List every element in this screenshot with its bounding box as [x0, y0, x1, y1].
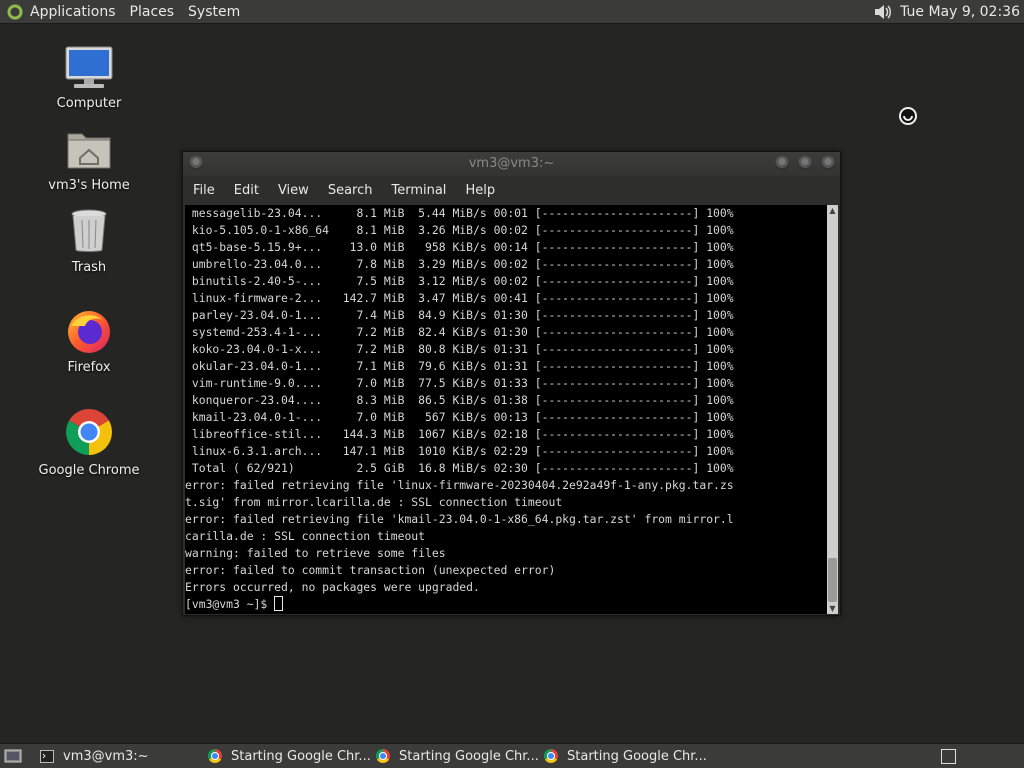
menu-file[interactable]: File — [193, 183, 215, 198]
applications-menu[interactable]: Applications — [30, 4, 116, 20]
show-desktop-icon[interactable] — [4, 748, 22, 764]
desktop-icon-computer[interactable]: Computer — [29, 46, 149, 111]
busy-cursor-icon — [899, 107, 917, 125]
taskbar-item-label: Starting Google Chr... — [231, 748, 371, 764]
taskbar-item-chrome-3[interactable]: Starting Google Chr... — [544, 744, 707, 768]
desktop-icon-label: Computer — [56, 96, 122, 111]
menu-help[interactable]: Help — [465, 183, 495, 198]
terminal-line: linux-firmware-2... 142.7 MiB 3.47 MiB/s… — [185, 291, 734, 305]
volume-icon[interactable] — [872, 2, 892, 22]
terminal-line: systemd-253.4-1-... 7.2 MiB 82.4 KiB/s 0… — [185, 325, 734, 339]
terminal-icon — [40, 749, 54, 763]
terminal-line: okular-23.04.0-1... 7.1 MiB 79.6 KiB/s 0… — [185, 359, 734, 373]
top-panel: Applications Places System Tue May 9, 02… — [0, 0, 1024, 24]
desktop-icon-label: Google Chrome — [38, 463, 140, 478]
terminal-line: messagelib-23.04... 8.1 MiB 5.44 MiB/s 0… — [185, 206, 734, 220]
terminal-line: kmail-23.04.0-1-... 7.0 MiB 567 KiB/s 00… — [185, 410, 734, 424]
firefox-icon — [68, 311, 110, 353]
terminal-line: qt5-base-5.15.9+... 13.0 MiB 958 KiB/s 0… — [185, 240, 734, 254]
places-menu[interactable]: Places — [130, 4, 175, 20]
text-cursor — [274, 596, 284, 611]
desktop-icon-label: vm3's Home — [48, 178, 130, 193]
menu-terminal[interactable]: Terminal — [391, 183, 446, 198]
desktop-icon-firefox[interactable]: Firefox — [29, 308, 149, 375]
terminal-line: parley-23.04.0-1... 7.4 MiB 84.9 KiB/s 0… — [185, 308, 734, 322]
chrome-icon — [544, 749, 558, 763]
window-title: vm3@vm3:~ — [468, 156, 555, 171]
terminal-line: vim-runtime-9.0.... 7.0 MiB 77.5 KiB/s 0… — [185, 376, 734, 390]
workspace-switcher[interactable] — [941, 749, 956, 764]
trash-icon — [71, 209, 107, 252]
chrome-icon — [66, 409, 112, 455]
terminal-line: error: failed retrieving file 'linux-fir… — [185, 478, 734, 492]
terminal-output[interactable]: messagelib-23.04... 8.1 MiB 5.44 MiB/s 0… — [185, 205, 827, 614]
terminal-line: error: failed retrieving file 'kmail-23.… — [185, 512, 734, 526]
terminal-prompt-line[interactable]: [vm3@vm3 ~]$ — [185, 596, 284, 613]
terminal-line: Errors occurred, no packages were upgrad… — [185, 580, 480, 594]
distro-logo-icon[interactable] — [6, 2, 24, 21]
terminal-window[interactable]: vm3@vm3:~ File Edit View Search Terminal… — [182, 151, 841, 616]
terminal-line: binutils-2.40-5-... 7.5 MiB 3.12 MiB/s 0… — [185, 274, 734, 288]
terminal-line: error: failed to commit transaction (une… — [185, 563, 556, 577]
scroll-down-arrow-icon[interactable]: ▼ — [827, 603, 838, 614]
taskbar-item-label: Starting Google Chr... — [567, 748, 707, 764]
clock[interactable]: Tue May 9, 02:36 — [900, 4, 1020, 20]
home-folder-icon — [67, 133, 111, 169]
desktop-icon-chrome[interactable]: Google Chrome — [29, 407, 149, 478]
taskbar-item-chrome-1[interactable]: Starting Google Chr... — [208, 744, 371, 768]
terminal-scrollbar[interactable]: ▲ ▼ — [827, 205, 838, 614]
scroll-up-arrow-icon[interactable]: ▲ — [827, 205, 838, 216]
minimize-button[interactable] — [775, 156, 789, 170]
terminal-line: Total ( 62/921) 2.5 GiB 16.8 MiB/s 02:30… — [185, 461, 734, 475]
terminal-line: t.sig' from mirror.lcarilla.de : SSL con… — [185, 495, 563, 509]
taskbar-item-chrome-2[interactable]: Starting Google Chr... — [376, 744, 539, 768]
desktop-icon-label: Firefox — [67, 360, 111, 375]
system-menu[interactable]: System — [188, 4, 240, 20]
terminal-line: libreoffice-stil... 144.3 MiB 1067 KiB/s… — [185, 427, 734, 441]
menu-view[interactable]: View — [278, 183, 309, 198]
taskbar-item-label: Starting Google Chr... — [399, 748, 539, 764]
desktop-icon-home[interactable]: vm3's Home — [29, 128, 149, 193]
desktop-icon-label: Trash — [71, 260, 107, 275]
terminal-line: konqueror-23.04.... 8.3 MiB 86.5 KiB/s 0… — [185, 393, 734, 407]
terminal-line: warning: failed to retrieve some files — [185, 546, 446, 560]
desktop-icon-trash[interactable]: Trash — [29, 208, 149, 275]
bottom-panel: vm3@vm3:~ Starting Google Chr... Startin… — [0, 743, 1024, 768]
maximize-button[interactable] — [798, 156, 812, 170]
terminal-line: kio-5.105.0-1-x86_64 8.1 MiB 3.26 MiB/s … — [185, 223, 734, 237]
computer-icon — [65, 46, 113, 88]
close-button[interactable] — [821, 156, 835, 170]
terminal-line: koko-23.04.0-1-x... 7.2 MiB 80.8 KiB/s 0… — [185, 342, 734, 356]
taskbar-item-label: vm3@vm3:~ — [63, 748, 149, 764]
terminal-line: umbrello-23.04.0... 7.8 MiB 3.29 MiB/s 0… — [185, 257, 734, 271]
menu-search[interactable]: Search — [328, 183, 373, 198]
terminal-line: carilla.de : SSL connection timeout — [185, 529, 426, 543]
menu-edit[interactable]: Edit — [234, 183, 259, 198]
scrollbar-thumb[interactable] — [828, 558, 837, 602]
terminal-prompt: [vm3@vm3 ~]$ — [185, 597, 275, 611]
chrome-icon — [208, 749, 222, 763]
chrome-icon — [376, 749, 390, 763]
title-bar[interactable]: vm3@vm3:~ — [183, 152, 840, 176]
taskbar-item-terminal[interactable]: vm3@vm3:~ — [40, 744, 149, 768]
terminal-line: linux-6.3.1.arch... 147.1 MiB 1010 KiB/s… — [185, 444, 734, 458]
terminal-menubar: File Edit View Search Terminal Help — [183, 178, 840, 202]
